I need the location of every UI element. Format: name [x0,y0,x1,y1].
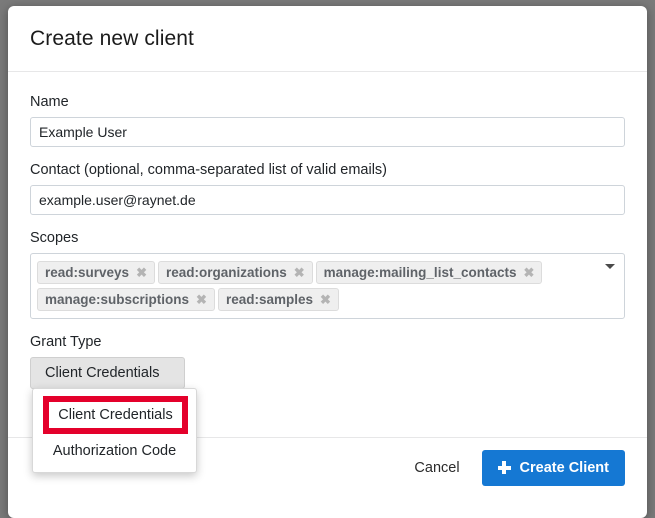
contact-field-group: Contact (optional, comma-separated list … [30,161,625,215]
grant-type-dropdown-toggle[interactable]: Client Credentials [30,357,185,389]
close-icon[interactable]: ✖ [196,293,207,306]
scope-tag[interactable]: manage:mailing_list_contacts ✖ [315,261,543,284]
chevron-down-icon[interactable] [605,264,615,269]
scopes-multiselect[interactable]: read:surveys ✖ read:organizations ✖ mana… [30,253,625,319]
scope-tag[interactable]: read:surveys ✖ [37,261,155,284]
close-icon[interactable]: ✖ [320,293,331,306]
grant-type-option-client-credentials[interactable]: Client Credentials [43,396,188,434]
grant-type-label: Grant Type [30,334,102,350]
page-title: Create new client [30,26,194,50]
name-label: Name [30,94,69,110]
scope-tag-label: manage:subscriptions [45,292,190,307]
cancel-button[interactable]: Cancel [410,454,463,482]
close-icon[interactable]: ✖ [523,266,534,279]
contact-input[interactable] [30,185,625,215]
create-client-button-label: Create Client [519,459,609,476]
dialog-header: Create new client [8,6,647,72]
grant-type-dropdown-menu: Client Credentials Authorization Code [32,388,197,473]
scope-tag[interactable]: manage:subscriptions ✖ [37,288,215,311]
close-icon[interactable]: ✖ [294,266,305,279]
scope-tag-label: read:organizations [165,265,287,280]
close-icon[interactable]: ✖ [136,266,147,279]
grant-type-field-group: Grant Type Client Credentials Client Cre… [30,333,625,473]
grant-type-option-authorization-code[interactable]: Authorization Code [33,436,196,466]
scope-tag[interactable]: read:organizations ✖ [157,261,313,284]
scope-tag-label: read:surveys [45,265,130,280]
scopes-field-group: Scopes read:surveys ✖ read:organizations… [30,229,625,319]
scope-tag-label: manage:mailing_list_contacts [323,265,517,280]
dialog-body: Name Contact (optional, comma-separated … [8,72,647,473]
name-field-group: Name [30,93,625,147]
create-client-dialog: Create new client Name Contact (optional… [8,6,647,518]
scope-tag[interactable]: read:samples ✖ [217,288,339,311]
grant-type-dropdown: Client Credentials Client Credentials Au… [30,357,625,473]
plus-icon [497,461,511,474]
create-client-button[interactable]: Create Client [481,449,625,486]
contact-label: Contact (optional, comma-separated list … [30,162,388,178]
scope-tag-label: read:samples [225,292,313,307]
name-input[interactable] [30,117,625,147]
scopes-label: Scopes [30,230,79,246]
